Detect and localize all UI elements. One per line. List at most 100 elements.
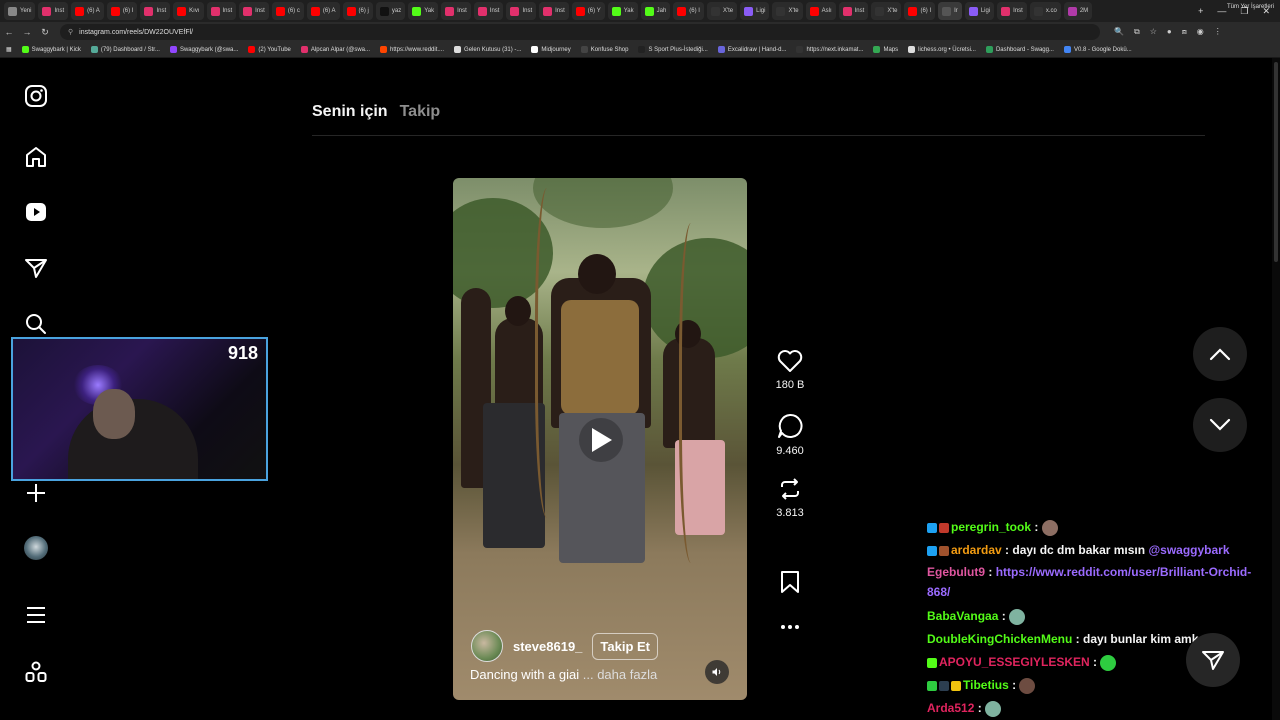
bookmark-item[interactable]: Alpcan Alpar (@swa... <box>300 46 370 53</box>
minimize-icon[interactable]: — <box>1217 6 1226 16</box>
extension-icon[interactable]: ● <box>1167 27 1172 37</box>
install-icon[interactable]: ⧉ <box>1134 27 1140 37</box>
also-from-meta-icon[interactable] <box>22 658 50 686</box>
site-info-icon[interactable]: ⚲ <box>68 28 73 36</box>
bookmark-item[interactable]: https://next.inkamat... <box>796 46 863 53</box>
extensions-puzzle-icon[interactable]: ⧈ <box>1182 27 1187 37</box>
tab-label: (6) A <box>322 8 336 14</box>
home-icon[interactable] <box>22 143 50 171</box>
reels-icon[interactable] <box>22 198 50 226</box>
bookmark-item[interactable]: (2) YouTube <box>248 46 291 53</box>
browser-tab[interactable]: Inst <box>38 2 69 20</box>
browser-tab[interactable]: Inst <box>473 2 504 20</box>
browser-tab[interactable]: (6) I <box>673 2 704 20</box>
bookmark-item[interactable]: S Sport Plus-İstediği... <box>638 46 708 53</box>
reload-icon[interactable]: ↻ <box>36 27 54 38</box>
zoom-icon[interactable]: 🔍 <box>1114 27 1124 37</box>
author-username[interactable]: steve8619_ <box>513 639 582 654</box>
back-icon[interactable]: ← <box>0 27 18 37</box>
apps-icon[interactable]: ▦ <box>6 46 12 53</box>
browser-tab[interactable]: Kıvı <box>173 2 204 20</box>
bookmark-item[interactable]: Gelen Kutusu (31) -... <box>454 46 521 53</box>
scrollbar-thumb[interactable] <box>1274 62 1278 262</box>
follow-button[interactable]: Takip Et <box>592 632 659 660</box>
page-scrollbar[interactable] <box>1272 58 1280 720</box>
bookmark-item[interactable]: lichess.org • Ücretsi... <box>908 46 976 53</box>
browser-tab[interactable]: Inst <box>140 2 171 20</box>
browser-tab[interactable]: Ligi <box>964 2 995 20</box>
tab-for-you[interactable]: Senin için <box>312 103 388 121</box>
profile-avatar[interactable] <box>22 534 50 562</box>
messages-float-button[interactable] <box>1186 633 1240 687</box>
bookmark-item[interactable]: Konfuse Shop <box>580 46 628 53</box>
browser-tab[interactable]: (6) I <box>904 2 936 20</box>
chat-badge-icon <box>939 680 949 691</box>
bookmark-item[interactable]: Swaggybark (@swa... <box>169 46 238 53</box>
browser-tab[interactable]: Yak <box>607 2 638 20</box>
heart-icon[interactable] <box>777 349 803 373</box>
chat-separator: : <box>1008 678 1020 692</box>
bookmark-item[interactable]: Maps <box>873 46 898 53</box>
next-reel-button[interactable] <box>1193 398 1247 452</box>
browser-tab[interactable]: Yeni <box>4 2 36 20</box>
bookmark-item[interactable]: Dashboard - Swagg... <box>985 46 1054 53</box>
browser-tab[interactable]: x.co <box>1029 2 1061 20</box>
browser-tab[interactable]: Inst <box>239 2 269 20</box>
browser-tab[interactable]: X'te <box>706 2 738 20</box>
new-tab-button[interactable]: + <box>1198 6 1203 16</box>
browser-tab[interactable]: Ir <box>938 2 962 20</box>
browser-tab[interactable]: (6) Y <box>571 2 605 20</box>
browser-tab[interactable]: Ligi <box>740 2 770 20</box>
play-button[interactable] <box>579 418 623 462</box>
browser-tab[interactable]: (6) c <box>271 2 304 20</box>
author-avatar[interactable] <box>471 630 503 662</box>
mute-button[interactable] <box>705 660 729 684</box>
comment-icon[interactable] <box>777 413 803 439</box>
search-icon[interactable] <box>22 310 50 338</box>
bookmark-item[interactable]: https://www.reddit.... <box>380 46 444 53</box>
bookmark-item[interactable]: Swaggybark | Kick <box>21 46 81 53</box>
browser-tab[interactable]: (6) A <box>71 2 104 20</box>
browser-tab[interactable]: 2M <box>1063 2 1093 20</box>
tab-following[interactable]: Takip <box>400 103 441 121</box>
browser-tab[interactable]: Aslı <box>805 2 836 20</box>
create-plus-icon[interactable] <box>22 479 50 507</box>
more-menu-icon[interactable] <box>22 601 50 629</box>
browser-tab[interactable]: yaz <box>375 2 406 20</box>
more-dots-icon[interactable] <box>780 624 800 630</box>
browser-tab[interactable]: Inst <box>997 2 1027 20</box>
browser-tab[interactable]: Jah <box>640 2 671 20</box>
tab-favicon-icon <box>968 6 978 16</box>
browser-tab[interactable]: Inst <box>441 2 471 20</box>
bookmark-label: Excalidraw | Hand-d... <box>727 46 787 53</box>
menu-kebab-icon[interactable]: ⋮ <box>1214 27 1222 37</box>
browser-tab[interactable]: Inst <box>838 2 869 20</box>
forward-icon[interactable]: → <box>18 27 36 37</box>
bookmark-item[interactable]: (79) Dashboard / Str... <box>90 46 160 53</box>
browser-tab[interactable]: Inst <box>206 2 237 20</box>
browser-tab[interactable]: (6) A <box>306 2 340 20</box>
browser-tab[interactable]: (6) I <box>106 2 138 20</box>
reel-video[interactable]: steve8619_ Takip Et Dancing with a giai … <box>453 178 747 700</box>
url-input[interactable]: ⚲ instagram.com/reels/DW22OUVEfFl/ <box>60 24 1100 40</box>
browser-tab[interactable]: X'te <box>871 2 902 20</box>
bookmark-star-icon[interactable]: ☆ <box>1150 27 1157 37</box>
bookmark-item[interactable]: Excalidraw | Hand-d... <box>717 46 787 53</box>
instagram-logo-icon[interactable] <box>22 82 50 110</box>
bookmark-icon[interactable] <box>779 570 801 594</box>
previous-reel-button[interactable] <box>1193 327 1247 381</box>
caption-more-link[interactable]: ... daha fazla <box>583 667 657 682</box>
chat-message: BabaVangaa : <box>927 605 1272 628</box>
browser-tab[interactable]: X'te <box>772 2 803 20</box>
browser-tab[interactable]: Yak <box>408 2 439 20</box>
repost-icon[interactable] <box>778 477 802 501</box>
all-bookmarks-folder[interactable]: Tüm Yer İşaretleri <box>1227 4 1274 10</box>
tab-label: (6) I <box>122 8 134 14</box>
profile-icon[interactable]: ◉ <box>1197 27 1204 37</box>
bookmark-item[interactable]: V0.8 - Google Dokü... <box>1063 46 1132 53</box>
browser-tab[interactable]: Inst <box>506 2 537 20</box>
direct-messages-icon[interactable] <box>22 254 50 282</box>
browser-tab[interactable]: Inst <box>539 2 569 20</box>
browser-tab[interactable]: (6) j <box>342 2 373 20</box>
bookmark-item[interactable]: Midjourney <box>531 46 571 53</box>
